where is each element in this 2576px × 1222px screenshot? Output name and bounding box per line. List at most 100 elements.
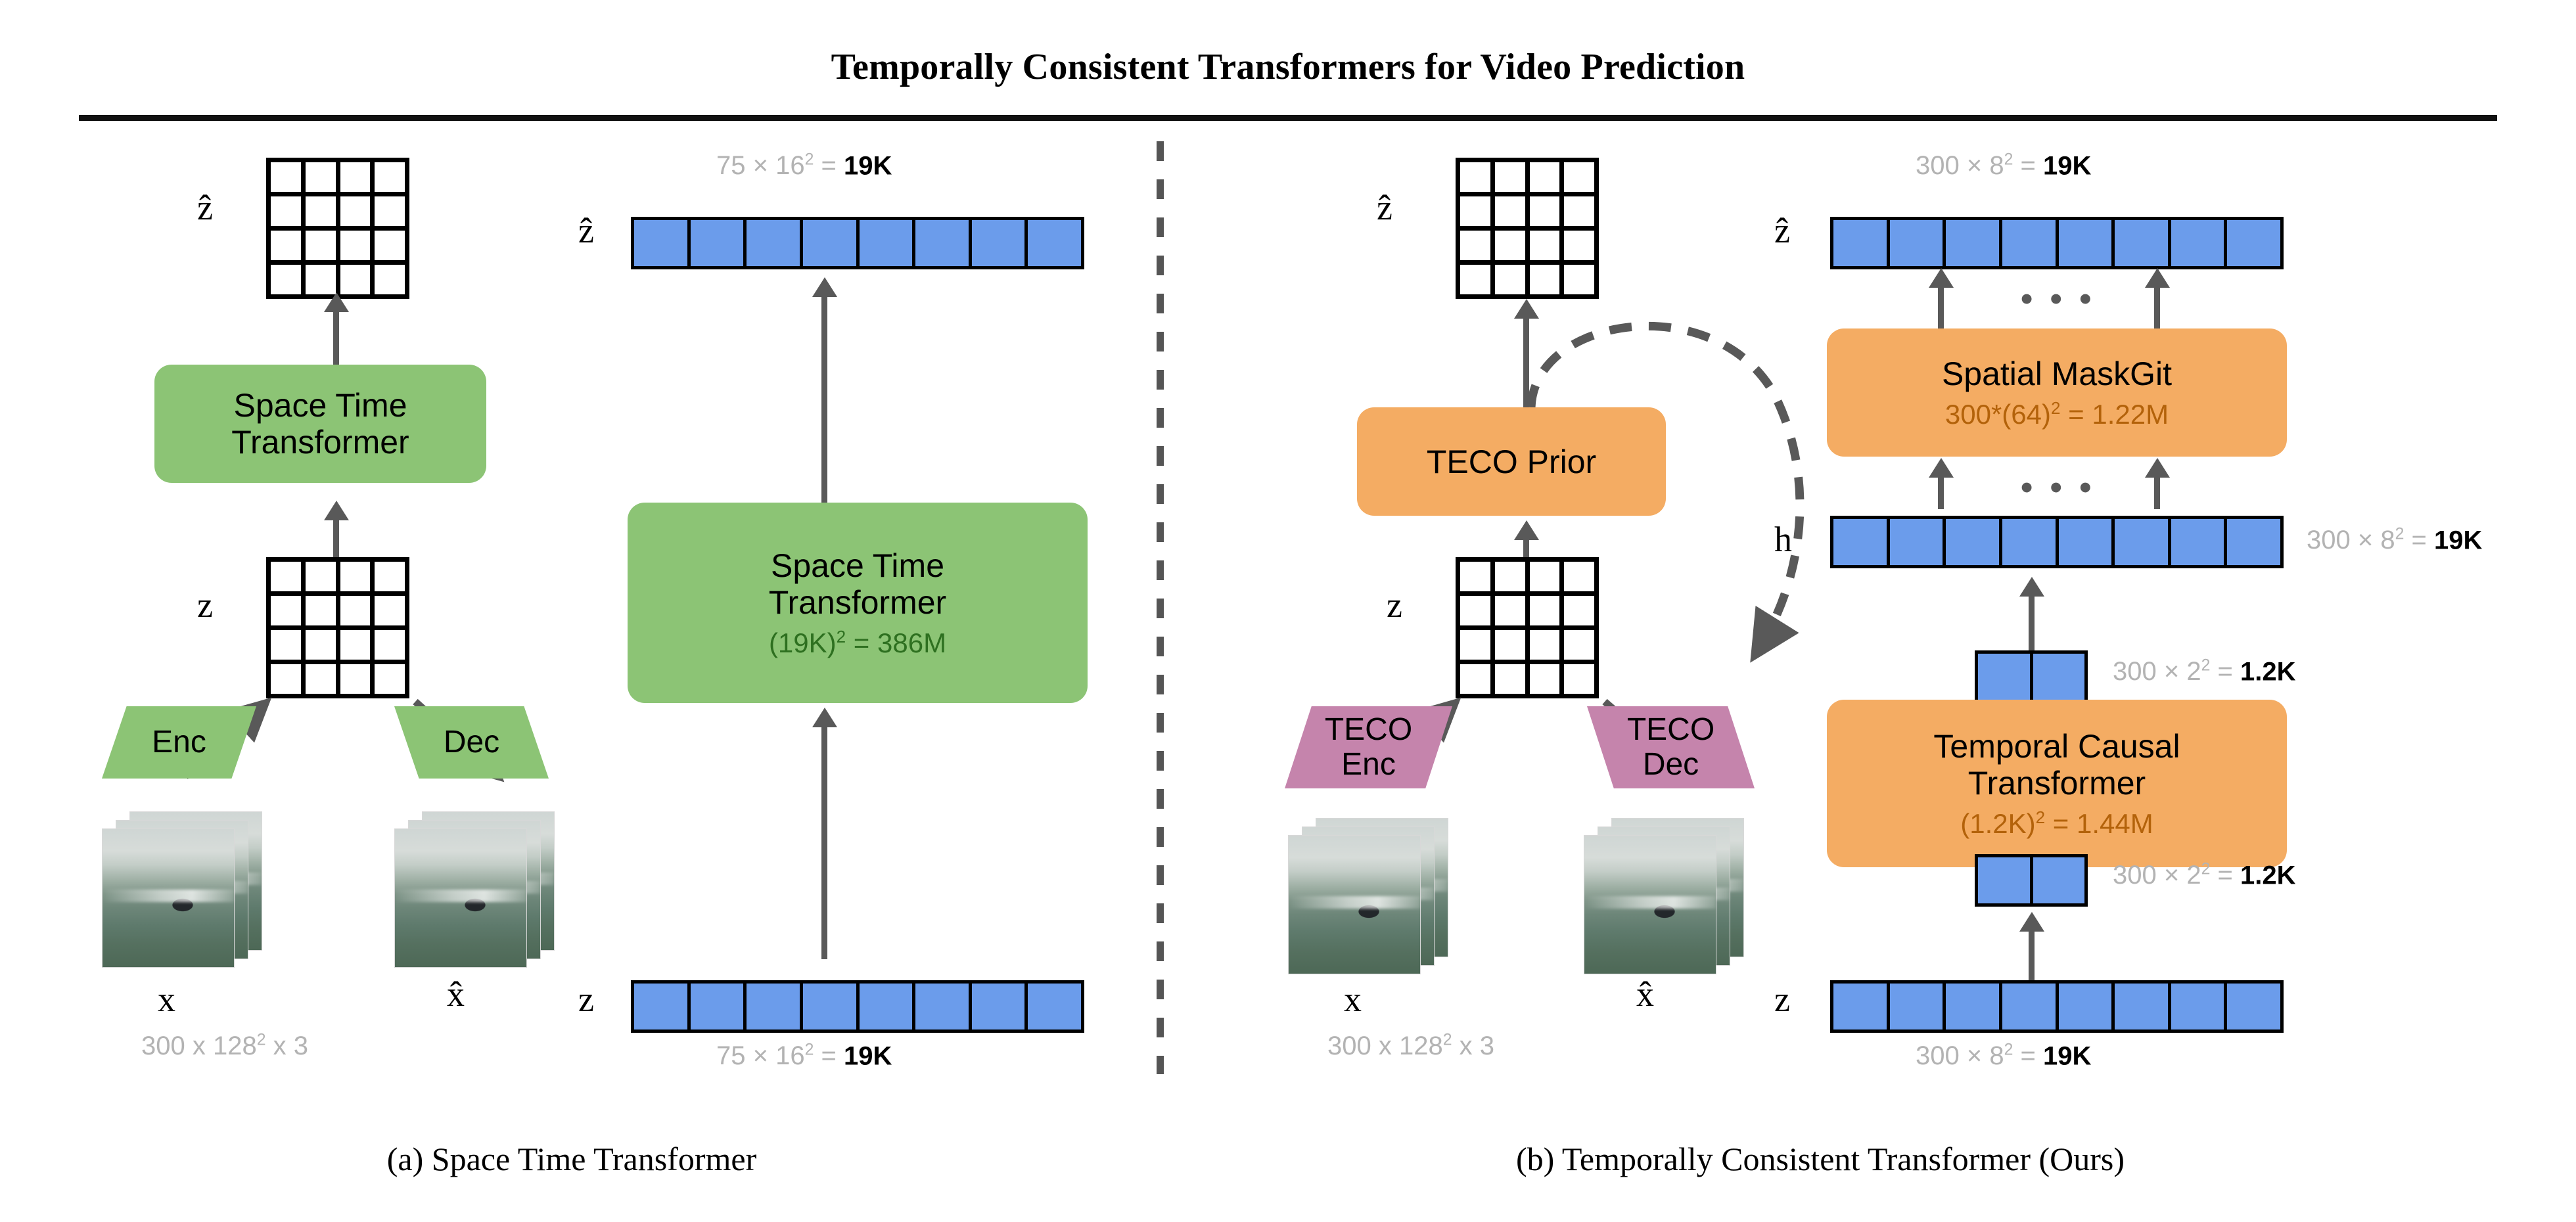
panel-b-maskgit-arrow-head-left (1929, 268, 1954, 288)
panel-b-zhat-label: ẑ (1377, 188, 1392, 227)
panel-a-right-bottom-dims-bold: 19K (843, 1041, 892, 1071)
token-cell (2115, 519, 2171, 565)
panel-a-decoder-label: Dec (443, 724, 500, 759)
panel-b-mid-to-h-head (2019, 577, 2044, 597)
token-cell (2033, 857, 2084, 903)
token-cell (1889, 984, 1946, 1030)
panel-b-xhat-label: x̂ (1636, 974, 1654, 1014)
panel-b-teco-encoder-trapezoid: TECO Enc (1285, 706, 1452, 788)
panel-a-zhat-label: ẑ (197, 188, 213, 227)
token-cell (1946, 984, 2002, 1030)
panel-b-maskgit-subtitle: 300*(64)2 = 1.22M (1944, 397, 2169, 430)
panel-b-temporal-causal-transformer-box: Temporal Causal Transformer (1.2K)2 = 1.… (1827, 700, 2287, 867)
panel-b-maskgit-arrow-shaft-left (1938, 286, 1944, 328)
panel-b-teco-dec-line2: Dec (1642, 746, 1699, 782)
panel-b-right-z-label: z (1774, 980, 1790, 1019)
panel-b-x-label: x (1344, 980, 1362, 1019)
panel-a-z-label: z (197, 585, 213, 625)
panel-b-h-dims-bold: 19K (2433, 526, 2483, 555)
panel-b-z-token-row (1830, 980, 2284, 1033)
token-cell (1978, 654, 2033, 700)
token-cell (2002, 984, 2059, 1030)
panel-b-z-to-mid-shaft (2029, 930, 2035, 982)
panel-a-stt-title-line2: Transformer (231, 424, 409, 461)
panel-a-encoder-trapezoid: Enc (102, 706, 256, 779)
panel-a-z-token-row (631, 980, 1084, 1033)
panel-b-mid-top-dims-gray: 300 × 22 = (2113, 657, 2240, 687)
panel-b-caption: (b) Temporally Consistent Transformer (O… (1515, 1141, 2125, 1177)
token-cell (2115, 220, 2171, 266)
panel-b-h-dims-gray: 300 × 82 = (2307, 526, 2434, 555)
panel-b-tct-title-line2: Transformer (1967, 764, 2146, 802)
token-cell (2171, 220, 2228, 266)
panel-b-teco-dec-line1: TECO (1626, 712, 1715, 747)
panel-a-right-top-dims-bold: 19K (843, 151, 892, 181)
panel-a-right-arrow-shaft-2 (821, 726, 827, 959)
panel-b-mid-bottom-dims-bold: 1.2K (2240, 861, 2296, 890)
token-cell (1889, 519, 1946, 565)
token-cell (2058, 519, 2115, 565)
panel-b-spatial-maskgit-box: Spatial MaskGit 300*(64)2 = 1.22M (1827, 328, 2287, 457)
panel-b-zhat-dims-bold: 19K (2042, 151, 2092, 181)
token-cell (634, 984, 691, 1030)
panel-b-maskgit-arrow-head-right (2145, 268, 2170, 288)
token-cell (802, 984, 860, 1030)
panel-b-mid-top-token-row (1975, 650, 2088, 703)
panel-b-mid-bottom-token-row (1975, 854, 2088, 907)
token-cell (2227, 220, 2280, 266)
page-title: Temporally Consistent Transformers for V… (831, 47, 1745, 87)
panel-b-tct-subtitle: (1.2K)2 = 1.44M (1960, 807, 2153, 839)
panel-a-right-stt-title-line1: Space Time (770, 547, 944, 584)
panel-b-input-frames (1288, 818, 1459, 974)
panel-a-zhat-token-row (631, 217, 1084, 269)
panel-b-ellipsis-bottom: • • • (2021, 468, 2096, 507)
panel-b-arrow-head-2 (1514, 520, 1539, 540)
panel-a-x-label: x (158, 980, 175, 1019)
token-cell (2002, 220, 2059, 266)
token-cell (915, 984, 972, 1030)
token-cell (1833, 984, 1890, 1030)
panel-b-teco-enc-line1: TECO (1324, 712, 1413, 747)
panel-b-output-frames (1584, 818, 1755, 974)
panel-a-right-bottom-dims: 75 × 162 = 19K (716, 1041, 892, 1071)
token-cell (2171, 984, 2228, 1030)
token-cell (1946, 220, 2002, 266)
panel-b-z-dims-bold: 19K (2042, 1041, 2092, 1071)
panel-a-right-top-dims-gray: 75 × 162 = (716, 151, 844, 181)
token-cell (1833, 220, 1890, 266)
panel-b-input-dims: 300 x 1282 x 3 (1327, 1031, 1494, 1061)
panel-divider-dashed (1157, 141, 1164, 1074)
panel-a-encoder-label: Enc (152, 724, 206, 759)
panel-b-mid-bottom-dims: 300 × 22 = 1.2K (2113, 861, 2295, 890)
token-cell (1978, 857, 2033, 903)
panel-a-output-frames (394, 811, 565, 968)
panel-b-h-label: h (1774, 520, 1792, 559)
panel-a-right-arrow-shaft-1 (821, 296, 827, 503)
panel-b-h-dims: 300 × 82 = 19K (2307, 526, 2482, 555)
token-cell (1889, 220, 1946, 266)
panel-a-caption: (a) Space Time Transformer (386, 1141, 757, 1177)
panel-b-z-label: z (1387, 585, 1402, 625)
token-cell (971, 220, 1028, 266)
panel-a-space-time-transformer-box: Space Time Transformer (154, 365, 486, 483)
token-cell (2227, 519, 2280, 565)
token-cell (2115, 984, 2171, 1030)
panel-b-mid-bottom-dims-gray: 300 × 22 = (2113, 861, 2240, 890)
panel-a-right-space-time-transformer-box: Space Time Transformer (19K)2 = 386M (628, 503, 1088, 703)
panel-b-zhat-dims: 300 × 82 = 19K (1916, 151, 2091, 181)
panel-a-input-dims: 300 x 1282 x 3 (141, 1031, 308, 1061)
panel-b-h-to-maskgit-head-left (1929, 458, 1954, 478)
panel-a-right-z-label: z (578, 980, 594, 1019)
panel-b-z-dims: 300 × 82 = 19K (1916, 1041, 2091, 1071)
token-cell (2058, 984, 2115, 1030)
panel-a-arrow-shaft-1 (333, 309, 339, 365)
token-cell (859, 984, 916, 1030)
token-cell (1028, 220, 1081, 266)
token-cell (915, 220, 972, 266)
panel-b-h-token-row (1830, 516, 2284, 568)
panel-b-z-to-mid-head (2019, 912, 2044, 932)
panel-b-teco-decoder-trapezoid: TECO Dec (1587, 706, 1755, 788)
panel-a-zhat-grid (266, 158, 409, 299)
panel-a-xhat-label: x̂ (447, 974, 465, 1014)
panel-b-teco-prior-box: TECO Prior (1357, 407, 1666, 516)
